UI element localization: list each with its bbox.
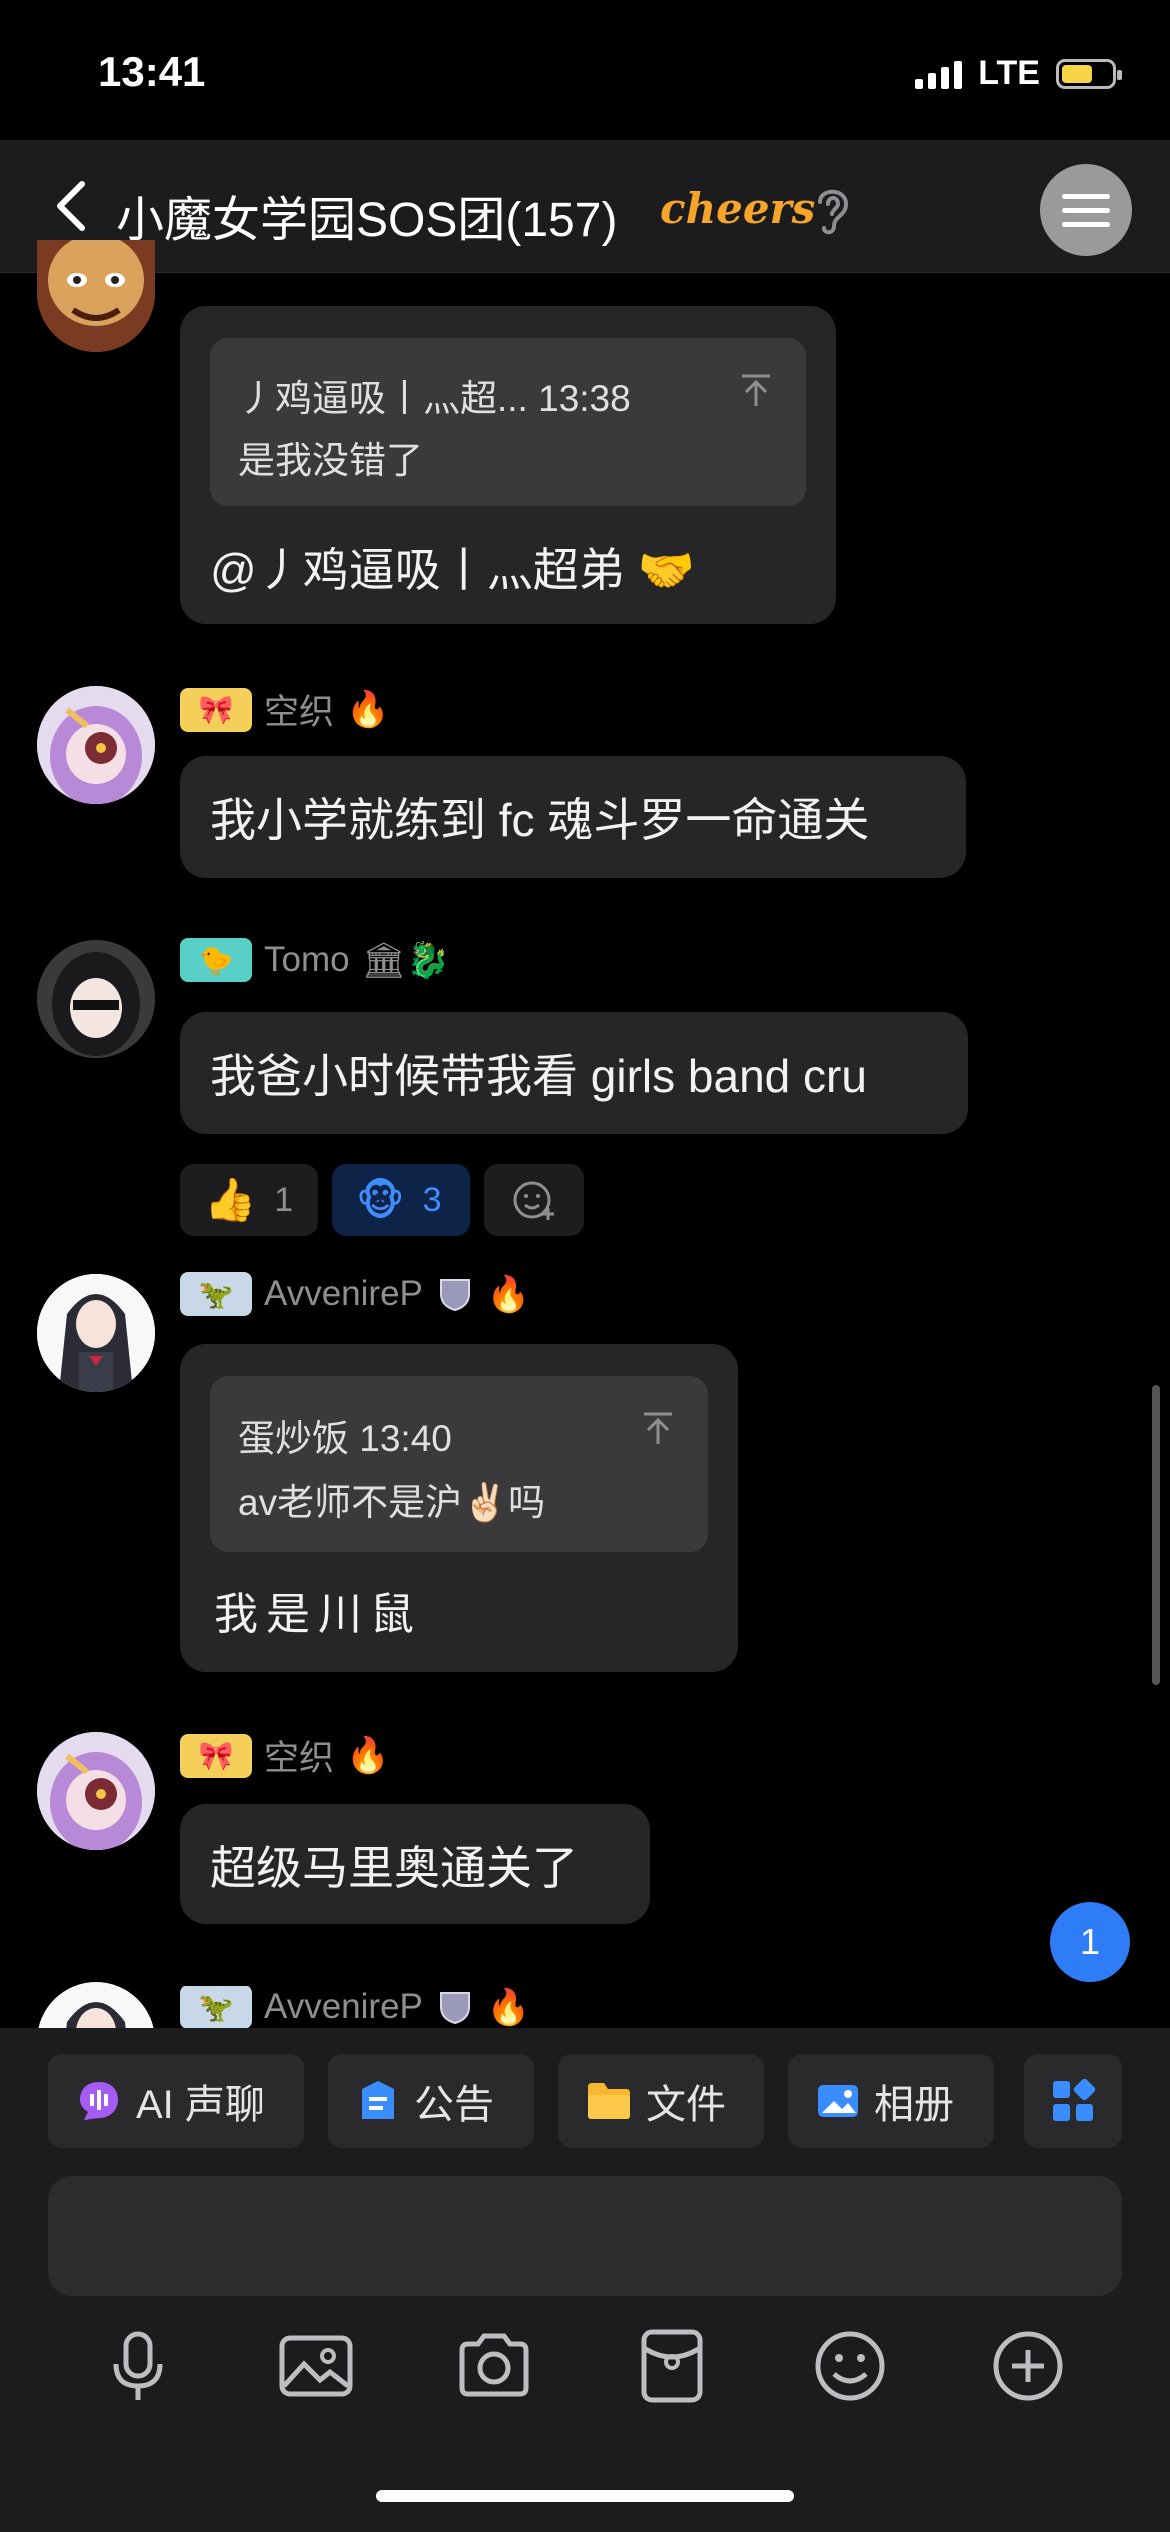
sender-flair: 🔥 (486, 1987, 531, 2027)
sender-tag: 🎀 (180, 687, 252, 732)
avatar-image (37, 1274, 155, 1392)
apps-grid-icon (1053, 2079, 1095, 2121)
battery-icon (1056, 58, 1122, 89)
scrollbar[interactable] (1152, 1385, 1160, 1685)
message-text: 我小学就练到 fc 魂斗罗一命通关 (210, 794, 870, 846)
avatar-image (37, 1982, 155, 2028)
signal-icon (915, 59, 963, 89)
announcement-icon (362, 2081, 394, 2119)
unread-badge[interactable]: 1 (1050, 1902, 1130, 1982)
quote-author: 丿鸡逼吸丨灬超... 13:38 (238, 378, 631, 419)
reaction-thumbs-up[interactable]: 👍 1 (180, 1164, 318, 1236)
album-icon (818, 2085, 858, 2117)
sender-tag: 🦖 (180, 1986, 252, 2028)
files-button[interactable]: 文件 (558, 2054, 764, 2148)
red-packet-icon[interactable] (632, 2326, 712, 2406)
back-icon[interactable] (44, 176, 104, 236)
announcement-button[interactable]: 公告 (328, 2054, 534, 2148)
message-bubble[interactable]: 丿鸡逼吸丨灬超... 13:38 是我没错了 @丿鸡逼吸丨灬超弟 🤝 (180, 306, 836, 624)
album-button[interactable]: 相册 (788, 2054, 994, 2148)
announcement-label: 公告 (414, 2083, 494, 2127)
status-time: 13:41 (98, 48, 206, 95)
sender-tag: 🦖 (180, 1272, 252, 1316)
sender-name[interactable]: Tomo (264, 940, 350, 980)
message-text: 超级马里奥通关了 (210, 1842, 578, 1894)
cheers-badge: cheers (660, 184, 816, 233)
menu-button[interactable] (1040, 164, 1132, 256)
sender-name[interactable]: AvvenireP (264, 1274, 423, 1314)
sender-row: 🎀 空织 🔥 (180, 1730, 390, 1781)
sender-row: 🎀 空织 🔥 (180, 684, 390, 735)
quote-block[interactable]: 蛋炒饭 13:40 av老师不是沪✌🏻吗 (210, 1376, 708, 1552)
avatar[interactable] (37, 240, 155, 352)
status-indicators: LTE (915, 54, 1122, 93)
message-bubble[interactable]: 我小学就练到 fc 魂斗罗一命通关 (180, 756, 966, 878)
quote-author: 蛋炒饭 13:40 (238, 1418, 452, 1459)
avatar[interactable] (37, 1274, 155, 1392)
emoji-icon[interactable] (810, 2326, 890, 2406)
sender-row: 🦖 AvvenireP 🔥 (180, 1986, 530, 2028)
jump-to-top-icon[interactable] (640, 1410, 676, 1446)
chat-header: 小魔女学园SOS团(157) cheers (0, 140, 1170, 273)
ai-voice-label: AI 声聊 (136, 2083, 265, 2127)
album-label: 相册 (874, 2083, 954, 2127)
crest-icon (439, 1279, 470, 1312)
avatar[interactable] (37, 940, 155, 1058)
more-apps-button[interactable] (1024, 2054, 1122, 2148)
reaction-monkey[interactable]: 🐵 3 (332, 1164, 470, 1236)
message-text: 我是川鼠 (214, 1589, 422, 1640)
files-label: 文件 (646, 2083, 726, 2127)
sender-flair: 🔥 (346, 1736, 390, 1775)
microphone-icon[interactable] (98, 2326, 178, 2406)
ai-voice-icon (80, 2082, 118, 2120)
message-bubble[interactable]: 超级马里奥通关了 (180, 1804, 650, 1924)
reactions-row: 👍 1 🐵 3 (180, 1164, 584, 1236)
quote-text: av老师不是沪✌🏻吗 (238, 1482, 546, 1523)
avatar-image (37, 940, 155, 1058)
message-text: 我爸小时候带我看 girls band cru (210, 1050, 867, 1102)
avatar[interactable] (37, 1732, 155, 1850)
sender-row: 🐤 Tomo 🏛🐉 (180, 938, 450, 982)
crest-icon (439, 1992, 470, 2025)
ear-icon[interactable] (808, 182, 856, 238)
add-reaction-icon (513, 1181, 554, 1220)
sender-flair: 🔥 (486, 1274, 531, 1314)
add-reaction-button[interactable] (484, 1164, 584, 1236)
message-text: @丿鸡逼吸丨灬超弟 🤝 (210, 544, 695, 596)
avatar-image (37, 240, 155, 352)
home-indicator (376, 2490, 794, 2502)
avatar-image (37, 1732, 155, 1850)
sender-flair: 🏛🐉 (361, 940, 450, 980)
bottom-bar: AI 声聊 公告 文件 相册 (0, 2028, 1170, 2532)
sender-name[interactable]: AvvenireP (264, 1987, 423, 2027)
quote-text: 是我没错了 (238, 440, 423, 481)
message-bubble[interactable]: 我爸小时候带我看 girls band cru (180, 1012, 968, 1134)
avatar[interactable] (37, 1982, 155, 2028)
sender-tag: 🎀 (180, 1733, 252, 1778)
image-icon[interactable] (276, 2326, 356, 2406)
sender-flair: 🔥 (346, 690, 390, 729)
camera-icon[interactable] (454, 2326, 534, 2406)
plus-icon[interactable] (988, 2326, 1068, 2406)
folder-icon (588, 2083, 630, 2119)
sender-tag: 🐤 (180, 938, 252, 982)
sender-name[interactable]: 空织 (264, 684, 334, 735)
avatar-image (37, 686, 155, 804)
page-title[interactable]: 小魔女学园SOS团(157) (116, 180, 617, 250)
message-input[interactable] (48, 2176, 1122, 2296)
jump-to-top-icon[interactable] (738, 372, 774, 408)
ai-voice-button[interactable]: AI 声聊 (48, 2054, 304, 2148)
quote-block[interactable]: 丿鸡逼吸丨灬超... 13:38 是我没错了 (210, 338, 806, 506)
message-bubble[interactable]: 蛋炒饭 13:40 av老师不是沪✌🏻吗 我是川鼠 (180, 1344, 738, 1672)
avatar[interactable] (37, 686, 155, 804)
sender-name[interactable]: 空织 (264, 1730, 334, 1781)
network-label: LTE (978, 54, 1040, 92)
sender-row: 🦖 AvvenireP 🔥 (180, 1272, 530, 1316)
